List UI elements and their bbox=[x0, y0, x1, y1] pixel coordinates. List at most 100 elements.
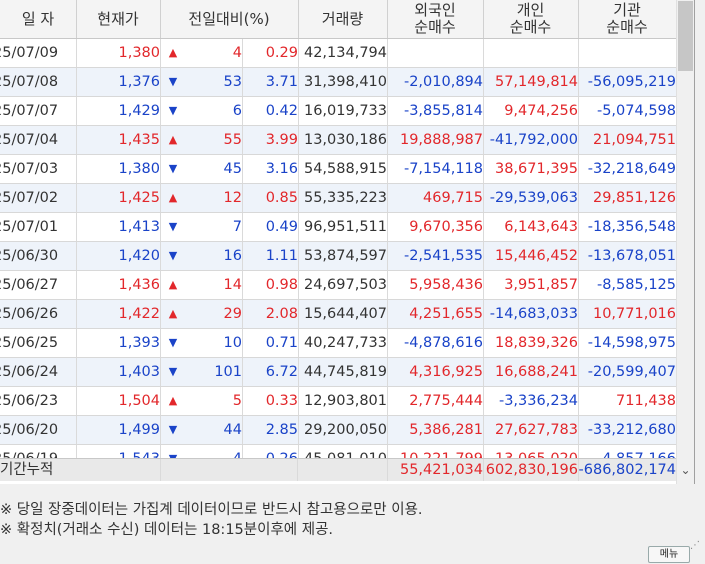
row-date: 25/07/08 bbox=[0, 68, 77, 96]
summary-blank bbox=[160, 459, 298, 481]
row-change-pct: 0.71 bbox=[242, 329, 299, 357]
row-institution-net: -32,218,649 bbox=[578, 155, 677, 183]
up-triangle-icon: ▲ bbox=[168, 394, 178, 407]
row-foreign-net: 4,251,655 bbox=[387, 300, 484, 328]
notice-line-1: ※ 당일 장중데이터는 가집계 데이터이므로 반드시 참고용으로만 이용. bbox=[0, 502, 423, 518]
row-date: 25/07/01 bbox=[0, 213, 77, 241]
table-row[interactable]: 25/07/01 1,413 ▼ 70.4996,951,5119,670,3566,… bbox=[0, 213, 677, 242]
row-price: 1,380 bbox=[76, 155, 161, 183]
table-row[interactable]: 25/06/24 1,403 ▼ 1016.7244,745,8194,316,925… bbox=[0, 358, 677, 387]
row-institution-net: 29,851,126 bbox=[578, 184, 677, 212]
row-change: 29 bbox=[186, 300, 243, 328]
row-institution-net: -13,678,051 bbox=[578, 242, 677, 270]
summary-label: 기간누적 bbox=[0, 459, 161, 481]
row-price: 1,504 bbox=[76, 387, 161, 415]
table-row[interactable]: 25/07/09 1,380 ▲ 40.2942,134,794 bbox=[0, 39, 677, 68]
table-row[interactable]: 25/07/07 1,429 ▼ 60.4216,019,733-3,855,8149… bbox=[0, 97, 677, 126]
col-header-volume[interactable]: 거래량 bbox=[298, 0, 388, 38]
row-date-text: 25/07/03 bbox=[0, 161, 59, 177]
table-row[interactable]: 25/07/08 1,376 ▼ 533.7131,398,410-2,010,894… bbox=[0, 68, 677, 97]
col-header-change-label: 전일대비(%) bbox=[188, 9, 270, 28]
row-foreign-net: 2,775,444 bbox=[387, 387, 484, 415]
col-header-institution[interactable]: 기관 순매수 bbox=[578, 0, 677, 38]
row-price: 1,420 bbox=[76, 242, 161, 270]
up-triangle-icon: ▲ bbox=[168, 307, 178, 320]
row-price: 1,380 bbox=[76, 39, 161, 67]
row-price: 1,376 bbox=[76, 68, 161, 96]
table-row[interactable]: 25/06/27 1,436 ▲ 140.9824,697,5035,958,4363… bbox=[0, 271, 677, 300]
row-change-pct: 0.42 bbox=[242, 97, 299, 125]
grid-header: 일 자 현재가 전일대비(%) 거래량 외국인 순매수 개인 순매수 기관 순매수 bbox=[0, 0, 677, 39]
notice-line-2: ※ 확정치(거래소 수신) 데이터는 18:15분이후에 제공. bbox=[0, 522, 334, 538]
row-change: 55 bbox=[186, 126, 243, 154]
row-volume: 44,745,819 bbox=[298, 358, 388, 386]
row-change-pct: 0.33 bbox=[242, 387, 299, 415]
resize-grip-icon[interactable]: ⋰ bbox=[690, 540, 704, 562]
row-change: 12 bbox=[186, 184, 243, 212]
row-institution-net: -8,585,125 bbox=[578, 271, 677, 299]
row-change-pct: 3.71 bbox=[242, 68, 299, 96]
row-change-pct: 0.98 bbox=[242, 271, 299, 299]
col-header-foreign[interactable]: 외국인 순매수 bbox=[387, 0, 484, 38]
col-header-price-label: 현재가 bbox=[97, 9, 139, 28]
row-foreign-net: -7,154,118 bbox=[387, 155, 484, 183]
table-row[interactable]: 25/06/26 1,422 ▲ 292.0815,644,4074,251,655-… bbox=[0, 300, 677, 329]
row-change-pct: 1.11 bbox=[242, 242, 299, 270]
row-date: 25/06/20 bbox=[0, 416, 77, 444]
row-individual-net bbox=[483, 39, 579, 67]
scroll-down-icon[interactable]: ⌄ bbox=[677, 460, 694, 480]
menu-button[interactable]: 메뉴 bbox=[648, 546, 690, 563]
table-row[interactable]: 25/06/20 1,499 ▼ 442.8529,200,0505,386,2812… bbox=[0, 416, 677, 445]
col-header-volume-label: 거래량 bbox=[321, 9, 364, 28]
scrollbar-thumb[interactable] bbox=[678, 1, 693, 71]
table-row[interactable]: 25/07/02 1,425 ▲ 120.8555,335,223469,715-29… bbox=[0, 184, 677, 213]
summary-row: 기간누적 55,421,034 602,830,196 -686,802,174 bbox=[0, 458, 677, 481]
row-volume: 40,247,733 bbox=[298, 329, 388, 357]
row-date: 25/06/30 bbox=[0, 242, 77, 270]
row-change: 16 bbox=[186, 242, 243, 270]
table-row[interactable]: 25/06/23 1,504 ▲ 50.3312,903,8012,775,444-3… bbox=[0, 387, 677, 416]
investor-trading-grid: 일 자 현재가 전일대비(%) 거래량 외국인순매수 개인순매수 기관순매수 2… bbox=[0, 0, 695, 484]
row-foreign-net: -2,010,894 bbox=[387, 68, 484, 96]
row-date: 25/06/25 bbox=[0, 329, 77, 357]
col-header-individual[interactable]: 개인 순매수 bbox=[483, 0, 579, 38]
col-header-foreign-line2: 순매수 bbox=[414, 18, 456, 36]
vertical-scrollbar[interactable]: ⌄ bbox=[676, 0, 694, 484]
up-triangle-icon: ▲ bbox=[168, 46, 178, 59]
row-individual-net: 18,839,326 bbox=[483, 329, 579, 357]
up-triangle-icon: ▲ bbox=[168, 278, 178, 291]
down-triangle-icon: ▼ bbox=[168, 336, 178, 349]
down-triangle-icon: ▼ bbox=[168, 75, 178, 88]
table-row[interactable]: 25/06/25 1,393 ▼ 100.7140,247,733-4,878,616… bbox=[0, 329, 677, 358]
row-institution-net: -18,356,548 bbox=[578, 213, 677, 241]
col-header-individual-line2: 순매수 bbox=[509, 18, 552, 36]
row-foreign-net bbox=[387, 39, 484, 67]
col-header-change[interactable]: 전일대비(%) bbox=[160, 0, 299, 38]
table-row[interactable]: 25/07/03 1,380 ▼ 453.1654,588,915-7,154,118… bbox=[0, 155, 677, 184]
row-date-text: 25/07/07 bbox=[0, 103, 59, 119]
row-volume: 16,019,733 bbox=[298, 97, 388, 125]
row-individual-net: -41,792,000 bbox=[483, 126, 579, 154]
row-date: 25/06/24 bbox=[0, 358, 77, 386]
row-volume: 24,697,503 bbox=[298, 271, 388, 299]
row-change: 44 bbox=[186, 416, 243, 444]
col-header-date[interactable]: 일 자 bbox=[0, 0, 77, 38]
row-volume: 12,903,801 bbox=[298, 387, 388, 415]
row-change: 53 bbox=[186, 68, 243, 96]
row-change: 5 bbox=[186, 387, 243, 415]
row-date-text: 25/06/25 bbox=[0, 335, 59, 351]
table-row[interactable]: 25/07/04 1,435 ▲ 553.9913,030,18619,888,987… bbox=[0, 126, 677, 155]
row-date-text: 25/07/08 bbox=[0, 74, 59, 90]
row-foreign-net: 469,715 bbox=[387, 184, 484, 212]
row-institution-net: 21,094,751 bbox=[578, 126, 677, 154]
row-individual-net: -14,683,033 bbox=[483, 300, 579, 328]
up-triangle-icon: ▲ bbox=[168, 133, 178, 146]
col-header-price[interactable]: 현재가 bbox=[76, 0, 161, 38]
row-institution-net: -5,074,598 bbox=[578, 97, 677, 125]
down-triangle-icon: ▼ bbox=[168, 220, 178, 233]
row-date-text: 25/06/24 bbox=[0, 364, 59, 380]
row-individual-net: 6,143,643 bbox=[483, 213, 579, 241]
row-date: 25/06/26 bbox=[0, 300, 77, 328]
table-row[interactable]: 25/06/30 1,420 ▼ 161.1153,874,597-2,541,535… bbox=[0, 242, 677, 271]
row-volume: 42,134,794 bbox=[298, 39, 388, 67]
